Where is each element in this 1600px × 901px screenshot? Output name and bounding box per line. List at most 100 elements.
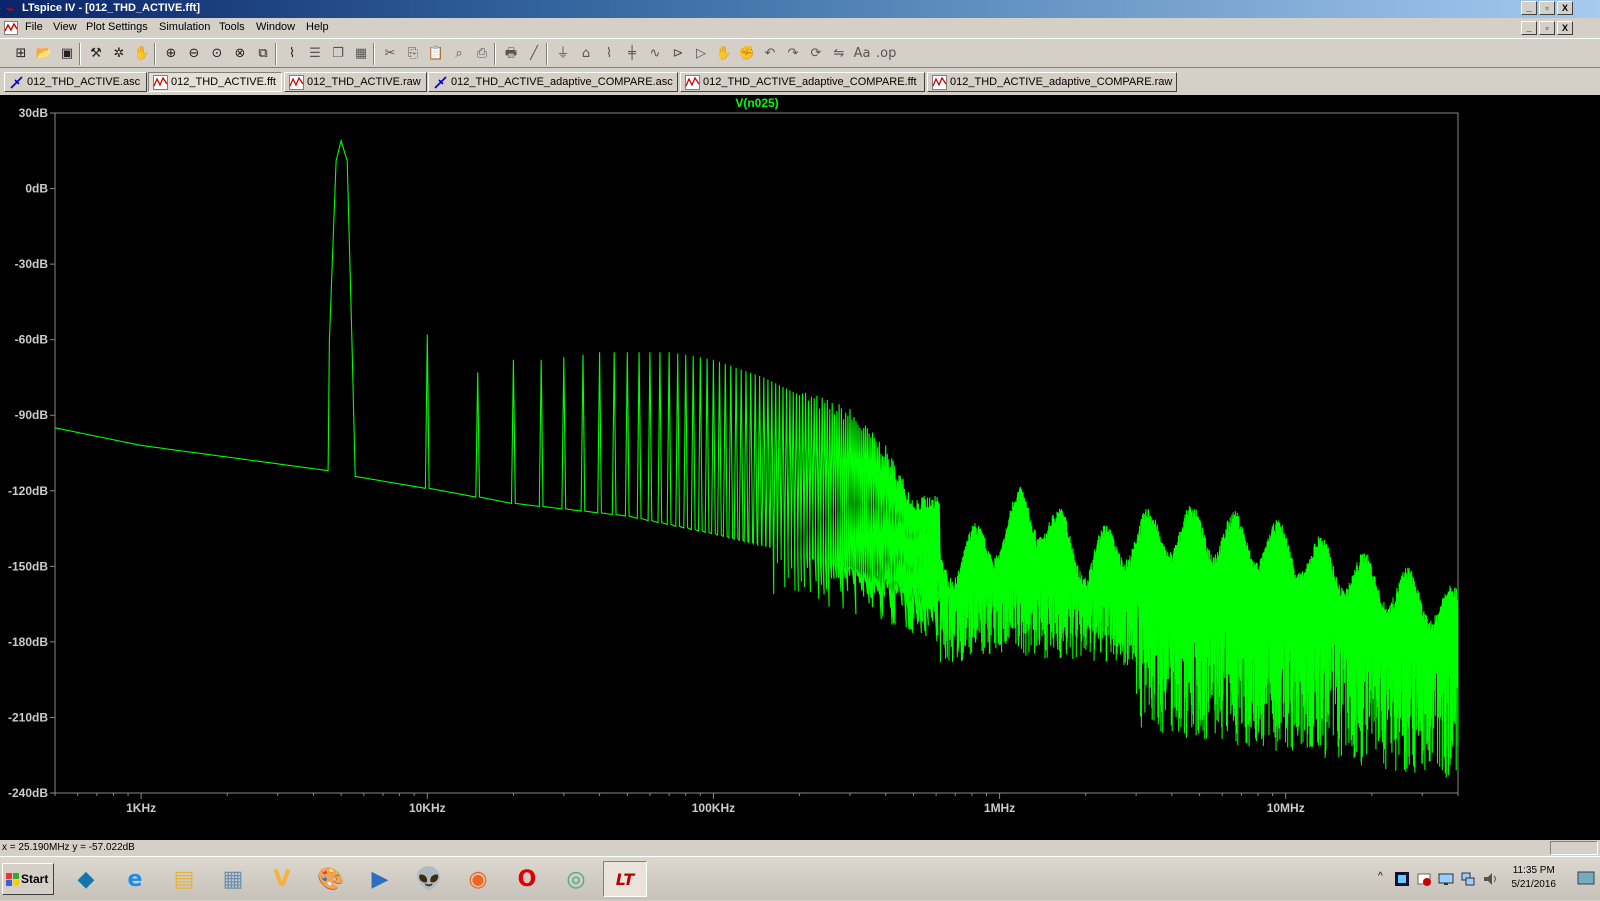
menu-tools[interactable]: Tools — [219, 21, 245, 33]
diode-icon[interactable]: ⊳ — [669, 45, 687, 63]
paint-icon[interactable]: 🎨 — [309, 861, 353, 897]
firefox-icon[interactable]: ◉ — [456, 861, 500, 897]
fft-chart[interactable]: 30dB 0dB -30dB -60dB -90dB -120dB -150dB -180dB… — [0, 95, 1600, 840]
tab-012-thd-active-fft[interactable]: 012_THD_ACTIVE.fft — [148, 72, 282, 92]
alienware-icon[interactable]: 👽 — [407, 861, 451, 897]
show-desktop-icon[interactable] — [1576, 867, 1596, 889]
autorange-icon[interactable]: ⧉ — [254, 45, 272, 63]
mirror-icon[interactable]: ⇋ — [830, 45, 848, 63]
network-icon[interactable] — [1460, 871, 1476, 887]
print-icon[interactable]: 🖶 — [502, 45, 520, 63]
display-icon[interactable] — [1438, 871, 1454, 887]
inductor-icon[interactable]: ∿ — [646, 45, 664, 63]
ltspice-app-icon[interactable]: ⌁ — [3, 2, 17, 16]
spice-directive-icon[interactable]: .op — [876, 45, 896, 63]
menu-window[interactable]: Window — [256, 21, 295, 33]
paste-icon[interactable]: 📋 — [427, 45, 445, 63]
y-tick-label: 30dB — [19, 106, 49, 120]
schematic-icon — [10, 76, 23, 89]
control-panel-icon[interactable]: ⚒ — [87, 45, 105, 63]
capacitor-icon[interactable]: ╪ — [623, 45, 641, 63]
chrome-icon-glyph: ◎ — [566, 866, 586, 892]
print-preview-icon[interactable]: ⎙ — [473, 45, 491, 63]
doc-close-button[interactable]: X — [1557, 21, 1573, 35]
new-schematic-icon[interactable]: ⊞ — [12, 45, 30, 63]
menu-plot-settings[interactable]: Plot Settings — [86, 21, 148, 33]
alienware-icon-glyph: 👽 — [415, 866, 443, 892]
drag-icon[interactable]: ✊ — [738, 45, 756, 63]
doc-minimize-button[interactable]: _ — [1521, 21, 1537, 35]
zoom-in-icon[interactable]: ⊕ — [162, 45, 180, 63]
menu-simulation[interactable]: Simulation — [159, 21, 210, 33]
doc-restore-button[interactable]: ▫ — [1539, 21, 1555, 35]
start-label: Start — [21, 872, 49, 886]
menu-file[interactable]: File — [25, 21, 43, 33]
undo-icon[interactable]: ↶ — [761, 45, 779, 63]
ltspice-icon[interactable]: LT — [603, 861, 647, 897]
move-icon[interactable]: ✋ — [715, 45, 733, 63]
action-center-icon[interactable] — [1416, 871, 1432, 887]
minimize-button[interactable]: _ — [1521, 1, 1537, 15]
show-hidden-icons-icon[interactable]: ^ — [1378, 871, 1394, 887]
halt-icon[interactable]: ✋ — [133, 45, 151, 63]
find-icon[interactable]: ⌕ — [450, 45, 468, 63]
toolbar-separator — [154, 43, 156, 65]
waveform-plot-pane[interactable]: 30dB 0dB -30dB -60dB -90dB -120dB -150dB -180dB… — [0, 95, 1600, 840]
y-tick-label: -150dB — [8, 559, 48, 573]
chrome-icon[interactable]: ◎ — [554, 861, 598, 897]
cursor-readout: x = 25.190MHz y = -57.022dB — [2, 842, 135, 853]
close-button[interactable]: X — [1557, 1, 1573, 15]
maximize-button[interactable]: ▫ — [1539, 1, 1555, 15]
status-panel — [1550, 841, 1598, 855]
toolbar-separator — [373, 43, 375, 65]
open-icon[interactable]: 📂 — [35, 45, 53, 63]
run-icon[interactable]: ✲ — [110, 45, 128, 63]
tray-app-icon[interactable] — [1394, 871, 1410, 887]
zoom-out-icon[interactable]: ⊖ — [185, 45, 203, 63]
cut-icon[interactable]: ✂ — [381, 45, 399, 63]
file-explorer-icon[interactable]: ▤ — [162, 861, 206, 897]
zoom-fit-icon[interactable]: ⊙ — [208, 45, 226, 63]
ground-icon[interactable]: ⏚ — [554, 45, 572, 63]
redo-icon[interactable]: ↷ — [784, 45, 802, 63]
calculator-icon[interactable]: ▦ — [211, 861, 255, 897]
component-icon[interactable]: ▷ — [692, 45, 710, 63]
waveform-icon — [932, 75, 947, 90]
wire-icon[interactable]: ╱ — [525, 45, 543, 63]
volume-icon[interactable] — [1482, 871, 1498, 887]
copy-icon[interactable]: ⎘ — [404, 45, 422, 63]
opera-icon[interactable]: O — [505, 861, 549, 897]
tab-012-thd-active-adaptive-compare-fft[interactable]: 012_THD_ACTIVE_adaptive_COMPARE.fft — [680, 72, 925, 92]
tab-012-thd-active-adaptive-compare-raw[interactable]: 012_THD_ACTIVE_adaptive_COMPARE.raw — [927, 72, 1177, 92]
resistor-icon[interactable]: ⌇ — [600, 45, 618, 63]
media-player-icon[interactable]: ▶ — [358, 861, 402, 897]
title-bar: ⌁ LTspice IV - [012_THD_ACTIVE.fft] _ ▫ … — [0, 0, 1600, 18]
tile-horizontal-icon[interactable]: ☰ — [306, 45, 324, 63]
internet-explorer-icon[interactable]: e — [113, 861, 157, 897]
vivaldi-icon[interactable]: V — [260, 861, 304, 897]
x-tick-label: 1KHz — [126, 801, 156, 815]
text-icon[interactable]: Aa — [853, 45, 871, 63]
menu-view[interactable]: View — [53, 21, 77, 33]
tab-012-thd-active-raw[interactable]: 012_THD_ACTIVE.raw — [284, 72, 427, 92]
tab-012-thd-active-adaptive-compare-asc[interactable]: 012_THD_ACTIVE_adaptive_COMPARE.asc — [428, 72, 678, 92]
tab-012-thd-active-asc[interactable]: 012_THD_ACTIVE.asc — [4, 72, 147, 92]
menu-help[interactable]: Help — [306, 21, 329, 33]
clock[interactable]: 11:35 PM 5/21/2016 — [1512, 864, 1557, 892]
x-tick-label: 100KHz — [692, 801, 735, 815]
tile-icon[interactable]: ▦ — [352, 45, 370, 63]
waveform-icon[interactable]: ⌇ — [283, 45, 301, 63]
vivaldi-icon-glyph: V — [273, 866, 291, 892]
system-tray: ^ 11:35 PM 5/21/2016 — [1370, 857, 1600, 901]
zoom-cancel-icon[interactable]: ⊗ — [231, 45, 249, 63]
save-icon[interactable]: ▣ — [58, 45, 76, 63]
kodi-icon[interactable]: ◆ — [64, 861, 108, 897]
cascade-icon[interactable]: ❐ — [329, 45, 347, 63]
start-button[interactable]: Start — [2, 863, 54, 895]
tab-label: 012_THD_ACTIVE_adaptive_COMPARE.asc — [451, 76, 673, 88]
waveform-doc-icon[interactable] — [4, 21, 18, 35]
waveform-icon — [153, 75, 168, 90]
rotate-icon[interactable]: ⟳ — [807, 45, 825, 63]
toolbar-separator — [494, 43, 496, 65]
label-icon[interactable]: ⌂ — [577, 45, 595, 63]
